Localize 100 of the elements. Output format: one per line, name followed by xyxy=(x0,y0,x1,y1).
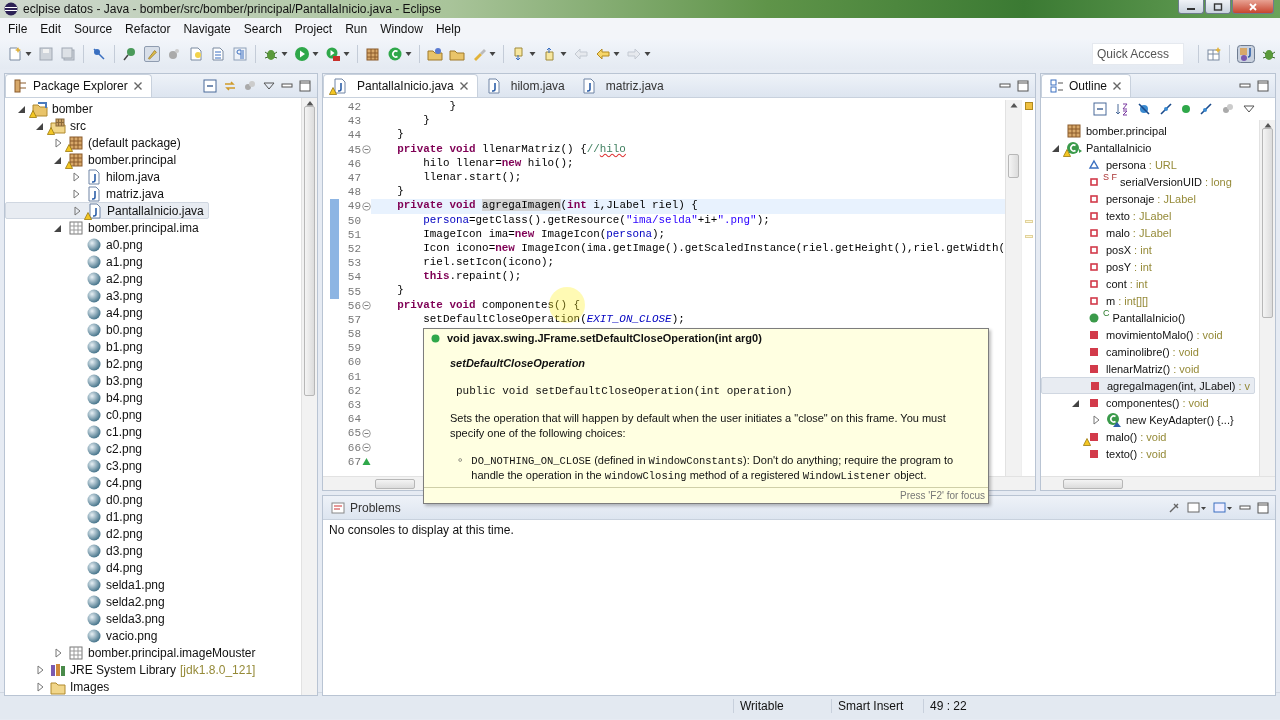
collapsed-arrow-icon[interactable] xyxy=(35,664,45,675)
document-list-icon[interactable] xyxy=(210,46,226,62)
vertical-scrollbar[interactable] xyxy=(1005,100,1021,476)
fold-minus-icon[interactable] xyxy=(361,145,371,155)
fold-minus-icon[interactable] xyxy=(361,201,371,211)
tree-item[interactable]: bomber.principal xyxy=(5,151,301,168)
tree-item[interactable]: c1.png xyxy=(5,423,301,440)
menu-item[interactable]: File xyxy=(2,21,35,36)
tree-item[interactable]: posX : int xyxy=(1041,241,1259,258)
tree-item[interactable]: a3.png xyxy=(5,287,301,304)
tree-item[interactable]: llenarMatriz() : void xyxy=(1041,360,1259,377)
view-menu-icon[interactable] xyxy=(1243,103,1255,115)
tree-item[interactable]: m : int[][] xyxy=(1041,292,1259,309)
menu-item[interactable]: Edit xyxy=(34,21,69,36)
tree-item[interactable]: d2.png xyxy=(5,525,301,542)
tree-item[interactable]: texto : JLabel xyxy=(1041,207,1259,224)
tree-item[interactable]: caminolibre() : void xyxy=(1041,343,1259,360)
maximize-icon[interactable] xyxy=(1213,2,1223,11)
editor-tab[interactable]: PantallaInicio.java xyxy=(323,74,478,97)
tree-item[interactable]: S F serialVersionUID : long xyxy=(1041,173,1259,190)
tree-item[interactable]: malo() : void xyxy=(1041,428,1259,445)
tree-item[interactable]: hilom.java xyxy=(5,168,301,185)
scroll-thumb[interactable] xyxy=(1262,128,1273,318)
menu-item[interactable]: Refactor xyxy=(119,21,178,36)
view-tab[interactable]: Problems xyxy=(323,496,409,519)
new-package-icon[interactable] xyxy=(365,46,381,62)
run-tools-icon[interactable] xyxy=(325,46,341,62)
menu-item[interactable]: Help xyxy=(429,21,468,36)
tree-item[interactable]: src xyxy=(5,117,301,134)
vertical-scrollbar[interactable] xyxy=(301,98,317,695)
menu-item[interactable]: Source xyxy=(68,21,120,36)
collapsed-arrow-icon[interactable] xyxy=(72,205,82,216)
tree-item[interactable]: cont : int xyxy=(1041,275,1259,292)
tree-item[interactable]: agregaImagen(int, JLabel) : v xyxy=(1041,377,1256,394)
maximize-button[interactable] xyxy=(1205,0,1231,14)
tree-item[interactable]: d3.png xyxy=(5,542,301,559)
tree-item[interactable]: c2.png xyxy=(5,440,301,457)
view-tab[interactable]: Outline xyxy=(1041,74,1132,97)
tree-item[interactable]: d1.png xyxy=(5,508,301,525)
tree-item[interactable]: b2.png xyxy=(5,355,301,372)
tree-item[interactable]: a0.png xyxy=(5,236,301,253)
java-perspective-icon[interactable] xyxy=(1237,45,1255,63)
brush-icon[interactable] xyxy=(144,46,160,62)
tree-item[interactable]: bomber xyxy=(5,100,301,117)
close-icon[interactable] xyxy=(1112,81,1123,91)
tree-item[interactable]: d0.png xyxy=(5,491,301,508)
search-field[interactable]: Quick Access xyxy=(1092,43,1184,65)
editor-tab[interactable]: matriz.java xyxy=(572,74,672,97)
tree-item[interactable]: vacio.png xyxy=(5,627,301,644)
sort-icon[interactable] xyxy=(1115,102,1129,116)
editor-tab[interactable]: hilom.java xyxy=(477,74,573,97)
tree-item[interactable]: (default package) xyxy=(5,134,301,151)
menu-item[interactable]: Window xyxy=(374,21,430,36)
tree-item[interactable]: selda1.png xyxy=(5,576,301,593)
menu-item[interactable]: Search xyxy=(237,21,289,36)
tree-item[interactable]: a4.png xyxy=(5,304,301,321)
circle-icon[interactable] xyxy=(1181,104,1191,114)
fold-minus-icon[interactable] xyxy=(361,443,371,453)
collapsed-arrow-icon[interactable] xyxy=(53,137,63,148)
tree-item[interactable]: matriz.java xyxy=(5,185,301,202)
open-perspective-icon[interactable] xyxy=(1206,46,1222,62)
tree-item[interactable]: c3.png xyxy=(5,457,301,474)
collapse-all-icon[interactable] xyxy=(1093,102,1107,116)
tree-item[interactable]: b0.png xyxy=(5,321,301,338)
menu-item[interactable]: Run xyxy=(339,21,375,36)
scroll-thumb[interactable] xyxy=(1008,154,1019,178)
tree-item[interactable]: c4.png xyxy=(5,474,301,491)
tree-item[interactable]: posY : int xyxy=(1041,258,1259,275)
collapsed-arrow-icon[interactable] xyxy=(71,171,81,182)
tree-item[interactable]: b4.png xyxy=(5,389,301,406)
tree-item[interactable]: c0.png xyxy=(5,406,301,423)
collapsed-arrow-icon[interactable] xyxy=(53,647,63,658)
tree-item[interactable]: componentes() : void xyxy=(1041,394,1259,411)
menu-item[interactable]: Project xyxy=(288,21,340,36)
close-button[interactable] xyxy=(1232,0,1274,14)
collapsed-arrow-icon[interactable] xyxy=(35,681,45,692)
horizontal-scrollbar[interactable] xyxy=(1041,476,1275,490)
tree-item[interactable]: a1.png xyxy=(5,253,301,270)
tree-item[interactable]: bomber.principal xyxy=(1041,122,1259,139)
fold-minus-icon[interactable] xyxy=(361,301,371,311)
tree-item[interactable]: PantallaInicio.java xyxy=(5,202,209,219)
tree-item[interactable]: a2.png xyxy=(5,270,301,287)
fold-minus-icon[interactable] xyxy=(361,428,371,438)
collapsed-arrow-icon[interactable] xyxy=(71,188,81,199)
tree-item[interactable]: personaje : JLabel xyxy=(1041,190,1259,207)
tree-item[interactable]: selda3.png xyxy=(5,610,301,627)
tree-item[interactable]: bomber.principal.imageMouster xyxy=(5,644,301,661)
open-folder-icon[interactable] xyxy=(427,46,443,62)
view-menu-icon[interactable] xyxy=(263,79,275,92)
menu-item[interactable]: Navigate xyxy=(177,21,238,36)
tree-item[interactable]: malo : JLabel xyxy=(1041,224,1259,241)
scroll-thumb[interactable] xyxy=(1063,478,1123,489)
tree-item[interactable]: Images xyxy=(5,678,301,695)
tree-item[interactable]: C PantallaInicio() xyxy=(1041,309,1259,326)
ball-icon[interactable] xyxy=(166,46,182,62)
tree-item[interactable]: new KeyAdapter() {...} xyxy=(1041,411,1259,428)
open-console-icon[interactable] xyxy=(1213,500,1233,515)
scroll-thumb[interactable] xyxy=(375,478,415,489)
tree-item[interactable]: b3.png xyxy=(5,372,301,389)
scroll-up-icon[interactable] xyxy=(1009,102,1018,108)
